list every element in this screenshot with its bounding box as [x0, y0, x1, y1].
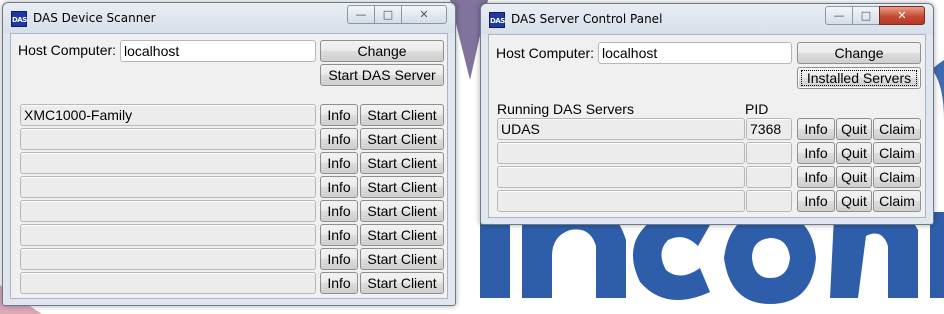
device-name-field[interactable] — [20, 248, 316, 270]
server-pid-field[interactable] — [746, 142, 792, 164]
maximize-icon[interactable]: □ — [374, 5, 401, 24]
host-computer-label: Host Computer: — [496, 45, 595, 61]
server-name-field[interactable] — [497, 166, 745, 188]
start-client-button[interactable]: Start Client — [360, 176, 444, 198]
device-info-button[interactable]: Info — [320, 128, 358, 150]
window-title: DAS Server Control Panel — [511, 12, 663, 26]
device-info-button[interactable]: Info — [320, 272, 358, 294]
device-name-field[interactable] — [20, 200, 316, 222]
device-name-field[interactable] — [20, 224, 316, 246]
server-info-button[interactable]: Info — [797, 166, 835, 188]
start-client-button[interactable]: Start Client — [360, 224, 444, 246]
server-control-titlebar[interactable]: DAS DAS Server Control Panel — □ ✕ — [481, 4, 933, 34]
change-host-button[interactable]: Change — [797, 42, 921, 64]
device-name-field[interactable] — [20, 128, 316, 150]
minimize-icon[interactable]: — — [347, 5, 374, 24]
running-servers-heading: Running DAS Servers — [497, 101, 634, 117]
server-name-field[interactable]: UDAS — [497, 118, 745, 140]
server-pid-field[interactable] — [746, 190, 792, 212]
caption-buttons: — □ ✕ — [347, 5, 447, 24]
server-claim-button[interactable]: Claim — [873, 142, 921, 164]
server-info-button[interactable]: Info — [797, 190, 835, 212]
start-client-button[interactable]: Start Client — [360, 128, 444, 150]
server-info-button[interactable]: Info — [797, 118, 835, 140]
window-title: DAS Device Scanner — [33, 11, 156, 25]
caption-buttons: — □ ✕ — [825, 6, 925, 25]
server-quit-button[interactable]: Quit — [836, 166, 872, 188]
start-client-button[interactable]: Start Client — [360, 200, 444, 222]
host-computer-input[interactable]: localhost — [598, 42, 792, 64]
device-scanner-window: DAS DAS Device Scanner — □ ✕ Host Comput… — [2, 2, 456, 306]
start-client-button[interactable]: Start Client — [360, 272, 444, 294]
server-quit-button[interactable]: Quit — [836, 142, 872, 164]
server-pid-field[interactable]: 7368 — [746, 118, 792, 140]
maximize-icon[interactable]: □ — [852, 6, 879, 25]
start-client-button[interactable]: Start Client — [360, 152, 444, 174]
minimize-icon[interactable]: — — [825, 6, 852, 25]
das-app-icon: DAS — [489, 12, 505, 28]
server-name-field[interactable] — [497, 142, 745, 164]
device-info-button[interactable]: Info — [320, 176, 358, 198]
server-control-client: Host Computer: localhost Change Installe… — [488, 34, 926, 218]
device-info-button[interactable]: Info — [320, 104, 358, 126]
device-info-button[interactable]: Info — [320, 248, 358, 270]
installed-servers-button[interactable]: Installed Servers — [797, 67, 921, 89]
server-pid-field[interactable] — [746, 166, 792, 188]
device-info-button[interactable]: Info — [320, 224, 358, 246]
device-scanner-client: Host Computer: localhost Change Start DA… — [10, 33, 448, 299]
server-claim-button[interactable]: Claim — [873, 190, 921, 212]
start-client-button[interactable]: Start Client — [360, 248, 444, 270]
server-info-button[interactable]: Info — [797, 142, 835, 164]
device-info-button[interactable]: Info — [320, 152, 358, 174]
server-control-window: DAS DAS Server Control Panel — □ ✕ Host … — [480, 3, 934, 225]
device-name-field[interactable]: XMC1000-Family — [20, 104, 316, 126]
server-claim-button[interactable]: Claim — [873, 118, 921, 140]
close-icon[interactable]: ✕ — [879, 6, 925, 25]
close-icon[interactable]: ✕ — [401, 5, 447, 24]
device-scanner-titlebar[interactable]: DAS DAS Device Scanner — □ ✕ — [3, 3, 455, 33]
server-quit-button[interactable]: Quit — [836, 118, 872, 140]
host-computer-input[interactable]: localhost — [120, 40, 316, 62]
host-computer-label: Host Computer: — [18, 42, 117, 58]
server-claim-button[interactable]: Claim — [873, 166, 921, 188]
device-name-field[interactable] — [20, 176, 316, 198]
device-name-field[interactable] — [20, 152, 316, 174]
device-info-button[interactable]: Info — [320, 200, 358, 222]
server-quit-button[interactable]: Quit — [836, 190, 872, 212]
start-das-server-button[interactable]: Start DAS Server — [320, 64, 444, 86]
start-client-button[interactable]: Start Client — [360, 104, 444, 126]
pid-heading: PID — [745, 101, 769, 117]
device-name-field[interactable] — [20, 272, 316, 294]
server-name-field[interactable] — [497, 190, 745, 212]
change-host-button[interactable]: Change — [320, 40, 444, 62]
das-app-icon: DAS — [11, 11, 27, 27]
